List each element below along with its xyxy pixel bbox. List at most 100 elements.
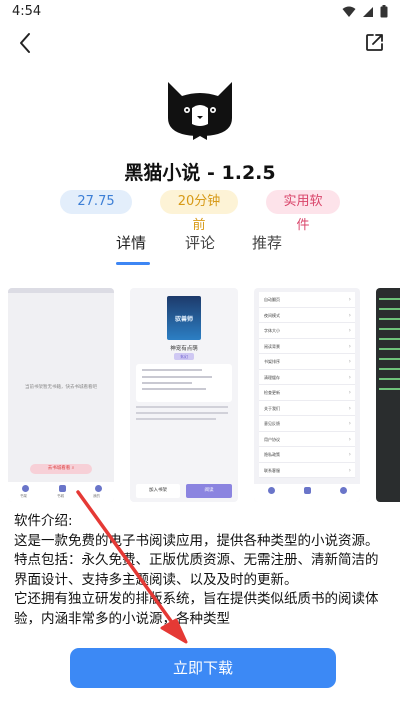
- tab-details[interactable]: 详情: [116, 232, 146, 253]
- signal-icon: [363, 6, 373, 17]
- screenshot-2[interactable]: 驭兽师 神宠有点萌 玄幻 加入书架 阅读: [130, 288, 238, 502]
- shot4-line: [379, 348, 400, 350]
- shot3-list-item: 阅读背景 ›: [259, 338, 355, 354]
- description-line: 界面设计、支持多主题阅读、以及及时的更新。: [14, 571, 298, 588]
- shot3-list-label: 夜间模式: [264, 312, 280, 318]
- shot4-line: [379, 298, 400, 300]
- shot2-synopsis: [136, 406, 232, 436]
- shot3-list-label: 书架排序: [264, 359, 280, 364]
- chevron-right-icon: ›: [348, 342, 351, 350]
- tab-recommend[interactable]: 推荐: [252, 232, 282, 253]
- rating-badge: 27.75: [60, 190, 132, 214]
- shot4-line: [379, 358, 400, 360]
- shot3-list-label: 检查更新: [264, 390, 280, 395]
- tab-comments[interactable]: 评论: [185, 232, 215, 253]
- download-button[interactable]: 立即下载: [70, 648, 336, 688]
- shot3-list-item: 书架排序 ›: [259, 354, 355, 370]
- shot4-line: [379, 328, 400, 330]
- shot3-list-item: 意见反馈 ›: [259, 416, 355, 432]
- shot3-list-label: 用户协议: [264, 436, 280, 442]
- back-arrow-icon: [20, 33, 30, 53]
- chevron-right-icon: ›: [348, 373, 351, 381]
- shot3-list-item: 清理缓存 ›: [259, 369, 355, 385]
- description-heading: 软件介绍:: [14, 513, 73, 529]
- shot3-bottom-nav: [254, 484, 360, 502]
- status-time: 4:54: [12, 4, 42, 19]
- top-nav: [0, 28, 400, 58]
- shot1-nav-icon-1: [22, 485, 29, 492]
- shot2-info-line-4: [142, 388, 206, 390]
- screenshot-1[interactable]: 当前书架暂无书籍，快去书城看看吧 去书城看看 ⌕ 书架 书城 我的: [8, 288, 114, 502]
- shot1-top-bar: [8, 288, 114, 293]
- chevron-right-icon: ›: [348, 296, 351, 303]
- shot3-nav-icon-2: [304, 487, 311, 494]
- shot3-list-item: 夜间模式 ›: [259, 307, 355, 323]
- status-icons: [342, 5, 388, 18]
- shot3-list-label: 清理缓存: [264, 374, 280, 380]
- chevron-right-icon: ›: [348, 404, 351, 412]
- shot3-list-item: 字体大小 ›: [259, 323, 355, 339]
- shot2-info-line-1: [142, 369, 202, 371]
- chevron-right-icon: ›: [348, 466, 351, 474]
- battery-icon: [380, 5, 388, 18]
- shot3-list-label: 意见反馈: [264, 421, 280, 426]
- shot3-list-label: 联系客服: [264, 467, 280, 473]
- shot4-line: [379, 318, 400, 320]
- shot4-text-lines: [379, 298, 400, 398]
- shot1-nav-label-2: 书城: [57, 494, 64, 498]
- wifi-icon: [342, 6, 356, 17]
- shot3-list-item: 联系客服 ›: [259, 462, 355, 478]
- category-badge: 实用软件: [266, 190, 340, 233]
- shot2-info-line-2: [142, 376, 212, 378]
- back-button[interactable]: [14, 30, 38, 56]
- shot1-nav-label-3: 我的: [93, 494, 100, 498]
- shot2-add-shelf-button: 加入书架: [136, 484, 180, 498]
- updated-badge: 20分钟前: [160, 190, 238, 233]
- shot3-list-item: 隐私政策 ›: [259, 447, 355, 463]
- description-line: 特点包括：永久免费、正版优质资源、无需注册、清新简洁的: [14, 552, 379, 569]
- shot1-empty-text: 当前书架暂无书籍，快去书城看看吧: [25, 385, 97, 390]
- chevron-right-icon: ›: [348, 435, 351, 443]
- shot3-nav-icon-1: [268, 487, 275, 494]
- shot1-nav-label-1: 书架: [20, 494, 27, 498]
- app-logo: [162, 78, 238, 142]
- chevron-right-icon: ›: [348, 311, 351, 319]
- share-icon: [366, 34, 383, 51]
- app-title: 黑猫小说 - 1.2.5: [124, 162, 276, 184]
- shot3-list-label: 阅读背景: [264, 343, 280, 349]
- app-description: 软件介绍: 这是一款免费的电子书阅读应用，提供各种类型的小说资源。 特点包括：永…: [14, 512, 390, 630]
- shot4-line: [379, 378, 400, 380]
- shot3-list-label: 关于我们: [264, 405, 280, 411]
- shot1-search-label: 去书城看看: [47, 466, 71, 471]
- shot3-list-item: 自动翻页 ›: [259, 292, 355, 308]
- tab-indicator: [116, 262, 150, 265]
- screenshot-4[interactable]: [376, 288, 400, 502]
- chevron-right-icon: ›: [348, 327, 351, 334]
- shot2-cover-title: 驭兽师: [174, 316, 193, 323]
- shot2-synopsis-line-1: [136, 406, 228, 408]
- chevron-right-icon: ›: [348, 420, 351, 427]
- tab-bar: 详情 评论 推荐: [0, 232, 400, 266]
- shot3-list-label: 字体大小: [264, 328, 280, 333]
- chevron-right-icon: ›: [348, 451, 351, 458]
- shot1-bottom-nav: 书架 书城 我的: [8, 482, 114, 502]
- shot4-line: [379, 338, 400, 340]
- chevron-right-icon: ›: [348, 358, 351, 365]
- shot3-list-item: 关于我们 ›: [259, 400, 355, 416]
- share-button[interactable]: [364, 31, 386, 53]
- description-line: 这是一款免费的电子书阅读应用，提供各种类型的小说资源。: [14, 532, 379, 549]
- shot2-read-button: 阅读: [186, 484, 232, 498]
- shot2-synopsis-line-2: [136, 412, 228, 414]
- black-cat-icon: [168, 82, 232, 140]
- shot3-list-item: 检查更新 ›: [259, 385, 355, 401]
- shot2-info-card: [136, 364, 232, 402]
- shot1-nav-icon-3: [95, 485, 102, 492]
- shot3-nav-icon-3: [340, 487, 347, 494]
- shot2-book-subtitle: 神宠有点萌: [170, 346, 198, 352]
- screenshot-3[interactable]: 自动翻页 › 夜间模式 › 字体大小 › 阅读背景 › 书架排序 › 清理缓存 › 检查更新 › 关于我们 ›…: [254, 288, 360, 502]
- screenshot-carousel[interactable]: 当前书架暂无书籍，快去书城看看吧 去书城看看 ⌕ 书架 书城 我的 驭兽师 神宠…: [0, 288, 400, 504]
- status-bar: 4:54: [0, 0, 400, 24]
- shot1-nav-icon-2: [59, 485, 66, 492]
- shot4-line: [379, 308, 400, 310]
- shot2-info-line-3: [142, 382, 192, 384]
